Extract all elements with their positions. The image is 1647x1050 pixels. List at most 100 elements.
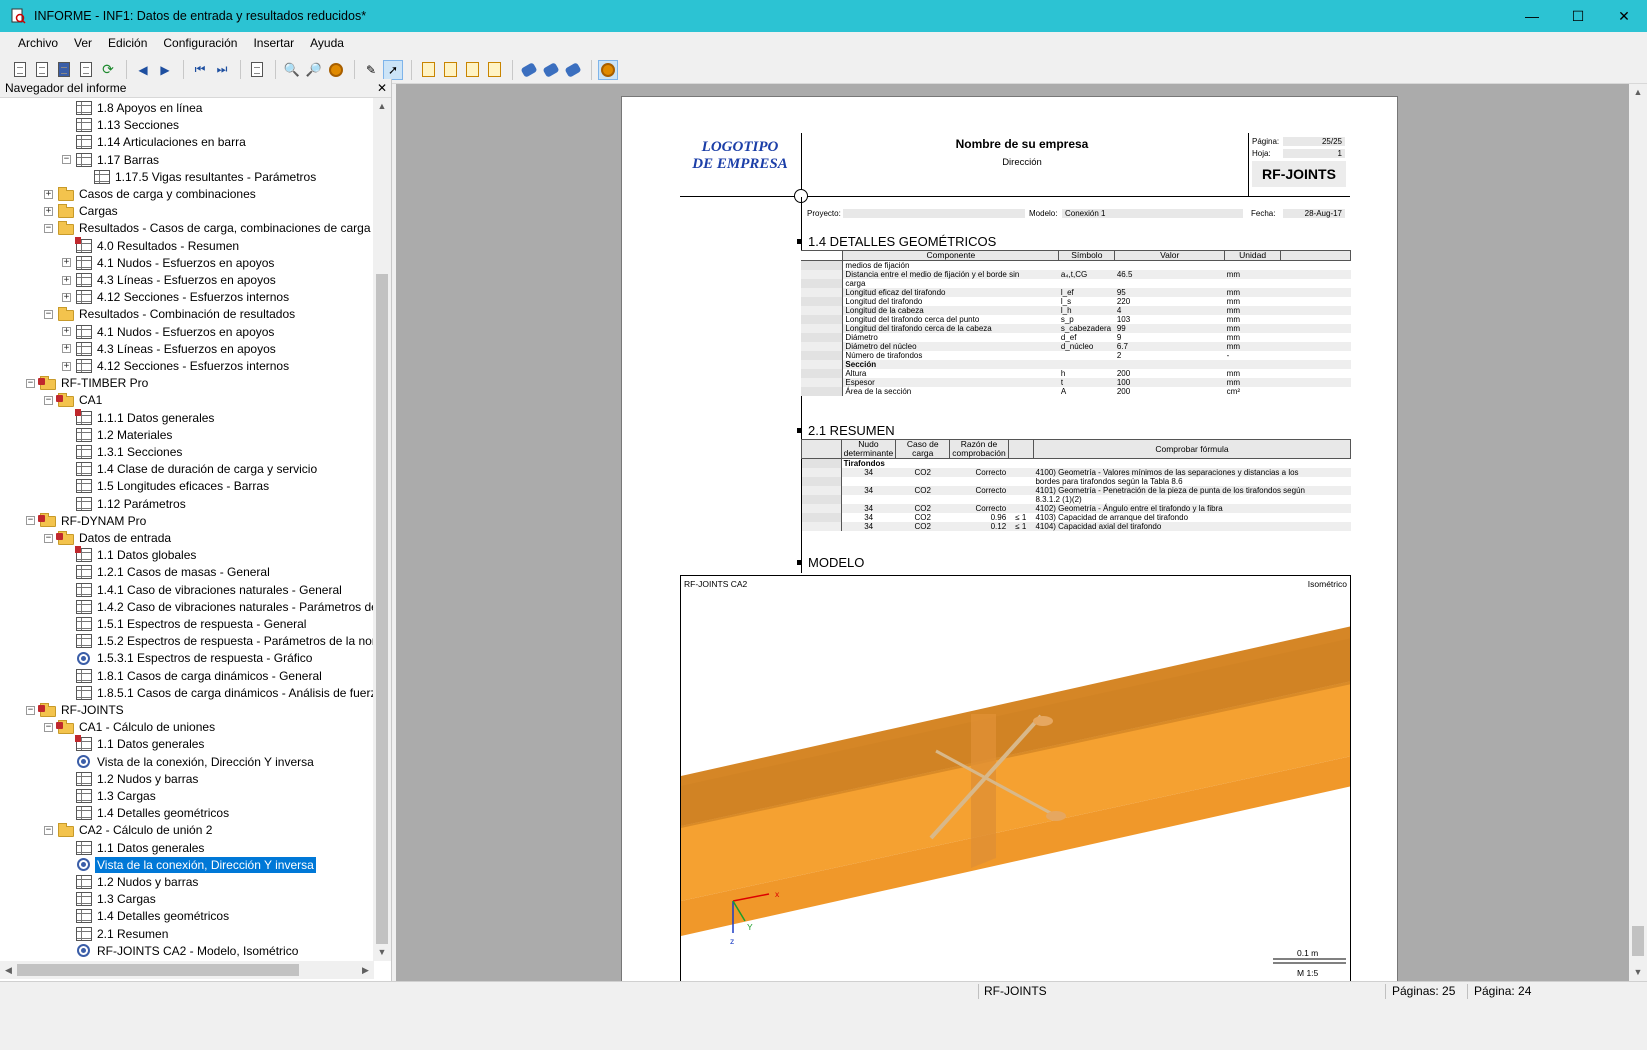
scroll-up-icon[interactable]: ▲ xyxy=(373,98,391,115)
tree-item[interactable]: − RF-TIMBER Pro xyxy=(26,374,150,392)
menu-ver[interactable]: Ver xyxy=(66,36,100,50)
preview-scroll-thumb[interactable] xyxy=(1632,926,1644,956)
tree-item[interactable]: 1.8.5.1 Casos de carga dinámicos - Análi… xyxy=(62,684,373,702)
tree-item[interactable]: − CA1 xyxy=(44,391,104,409)
collapse-icon[interactable]: − xyxy=(44,395,53,405)
tree-item[interactable]: − Resultados - Casos de carga, combinacio… xyxy=(44,219,373,237)
expand-icon[interactable]: + xyxy=(44,206,53,216)
expand-icon[interactable]: + xyxy=(62,275,71,285)
navigator-scroll-thumb[interactable] xyxy=(376,274,388,944)
tree-item[interactable]: +4.3 Líneas - Esfuerzos en apoyos xyxy=(62,271,278,289)
tool-2-button[interactable] xyxy=(541,60,561,80)
tree-item[interactable]: − 1.17 Barras xyxy=(62,151,161,169)
tree-item[interactable]: 2.1 Resumen xyxy=(62,925,170,943)
tree-item[interactable]: 1.3 Cargas xyxy=(62,890,158,908)
pointer-button[interactable]: ✎ xyxy=(361,60,381,80)
global-settings-button[interactable] xyxy=(598,59,618,80)
insert-page-button[interactable] xyxy=(418,60,438,80)
tree-item[interactable]: − RF-DYNAM Pro xyxy=(26,512,148,530)
collapse-icon[interactable]: − xyxy=(62,155,71,165)
preview-scroll-down-icon[interactable]: ▼ xyxy=(1629,964,1647,981)
tree-item[interactable]: 4.0 Resultados - Resumen xyxy=(62,236,241,255)
menu-edicion[interactable]: Edición xyxy=(100,36,155,50)
open-button[interactable] xyxy=(32,60,52,80)
preview-scroll-up-icon[interactable]: ▲ xyxy=(1629,84,1647,101)
tree-item[interactable]: Vista de la conexión, Dirección Y invers… xyxy=(62,753,316,771)
prev-button[interactable]: ◀ xyxy=(133,60,153,80)
collapse-icon[interactable]: − xyxy=(26,705,35,715)
tree-item[interactable]: + Casos de carga y combinaciones xyxy=(44,185,258,203)
tree-item[interactable]: 1.13 Secciones xyxy=(62,116,181,134)
expand-icon[interactable]: + xyxy=(62,292,71,302)
expand-icon[interactable]: + xyxy=(62,258,71,268)
expand-icon[interactable]: + xyxy=(62,327,71,337)
navigator-horizontal-scrollbar[interactable]: ◀ ▶ xyxy=(0,961,374,979)
last-page-button[interactable]: ⏭ xyxy=(212,60,232,80)
tree-item[interactable]: − CA1 - Cálculo de uniones xyxy=(44,718,217,736)
insert-table-button[interactable] xyxy=(484,60,504,80)
scroll-left-icon[interactable]: ◀ xyxy=(0,961,17,979)
tree-item[interactable]: 1.1 Datos globales xyxy=(62,546,198,564)
tree-item[interactable]: 1.2 Nudos y barras xyxy=(62,873,200,891)
preview-vertical-scrollbar[interactable]: ▲ ▼ xyxy=(1629,84,1647,981)
collapse-icon[interactable]: − xyxy=(44,533,53,543)
tree-item[interactable]: RF-JOINTS CA2 - Modelo, Isométrico xyxy=(62,942,300,960)
tree-item[interactable]: 1.4 Detalles geométricos xyxy=(62,907,231,925)
navigator-vertical-scrollbar[interactable]: ▲ ▼ xyxy=(373,98,391,961)
tree-item[interactable]: + Cargas xyxy=(44,202,120,220)
menu-archivo[interactable]: Archivo xyxy=(10,36,66,50)
expand-icon[interactable]: + xyxy=(44,189,53,199)
export-button[interactable] xyxy=(247,60,267,80)
tree-item[interactable]: 1.5 Longitudes eficaces - Barras xyxy=(62,477,271,495)
tree-item[interactable]: +4.3 Líneas - Esfuerzos en apoyos xyxy=(62,340,278,358)
tree-item[interactable]: 1.1 Datos generales xyxy=(62,735,206,753)
collapse-icon[interactable]: − xyxy=(26,378,35,388)
tree-item[interactable]: +4.1 Nudos - Esfuerzos en apoyos xyxy=(62,254,276,272)
tree-item[interactable]: 1.5.2 Espectros de respuesta - Parámetro… xyxy=(62,632,373,650)
menu-configuracion[interactable]: Configuración xyxy=(155,36,245,50)
tree-item[interactable]: Vista de la conexión, Dirección Y invers… xyxy=(62,856,316,874)
tree-item[interactable]: 1.2 Materiales xyxy=(62,426,174,444)
tree-item[interactable]: − RF-JOINTS xyxy=(26,701,126,719)
collapse-icon[interactable]: − xyxy=(44,309,53,319)
collapse-icon[interactable]: − xyxy=(44,223,53,233)
insert-text-button[interactable] xyxy=(440,60,460,80)
tree-item[interactable]: 1.4.1 Caso de vibraciones naturales - Ge… xyxy=(62,581,344,599)
tool-1-button[interactable] xyxy=(519,60,539,80)
maximize-button[interactable]: ☐ xyxy=(1555,0,1601,32)
expand-icon[interactable]: + xyxy=(62,361,71,371)
first-page-button[interactable]: ⏮ xyxy=(190,60,210,80)
collapse-icon[interactable]: − xyxy=(44,722,53,732)
zoom-out-button[interactable]: 🔎 xyxy=(304,60,324,80)
tree-item[interactable]: 1.5.3.1 Espectros de respuesta - Gráfico xyxy=(62,649,314,667)
scroll-right-icon[interactable]: ▶ xyxy=(357,961,374,979)
tree-item[interactable]: 1.4.2 Caso de vibraciones naturales - Pa… xyxy=(62,598,373,616)
insert-graphic-button[interactable] xyxy=(462,60,482,80)
zoom-in-button[interactable]: 🔍 xyxy=(282,60,302,80)
tree-item[interactable]: − Datos de entrada xyxy=(44,529,173,547)
tree-item[interactable]: 1.4 Clase de duración de carga y servici… xyxy=(62,460,319,478)
expand-icon[interactable]: + xyxy=(62,344,71,354)
select-button[interactable]: ➚ xyxy=(383,59,403,80)
tree-item[interactable]: 1.8.1 Casos de carga dinámicos - General xyxy=(62,667,324,685)
tree-item[interactable]: − CA2 - Cálculo de unión 2 xyxy=(44,821,214,839)
tree-item[interactable]: 1.2.1 Casos de masas - General xyxy=(62,563,272,581)
navigator-close-icon[interactable]: ✕ xyxy=(373,81,391,95)
settings-button[interactable] xyxy=(326,60,346,80)
tree-item[interactable]: 1.2 Nudos y barras xyxy=(62,770,200,788)
scroll-down-icon[interactable]: ▼ xyxy=(373,944,391,961)
tree-item[interactable]: +4.1 Nudos - Esfuerzos en apoyos xyxy=(62,323,276,341)
minimize-button[interactable]: — xyxy=(1509,0,1555,32)
collapse-icon[interactable]: − xyxy=(26,516,35,526)
tree-item[interactable]: 1.5.1 Espectros de respuesta - General xyxy=(62,615,308,633)
tree-item[interactable]: 1.17.5 Vigas resultantes - Parámetros xyxy=(80,168,318,186)
tree-item[interactable]: 1.3.1 Secciones xyxy=(62,443,184,461)
collapse-icon[interactable]: − xyxy=(44,825,53,835)
tree-item[interactable]: 1.4 Detalles geométricos xyxy=(62,804,231,822)
tool-3-button[interactable] xyxy=(563,60,583,80)
tree-item[interactable]: 1.1.1 Datos generales xyxy=(62,408,216,427)
menu-ayuda[interactable]: Ayuda xyxy=(302,36,352,50)
tree-item[interactable]: 1.1 Datos generales xyxy=(62,839,206,857)
next-button[interactable]: ▶ xyxy=(155,60,175,80)
refresh-button[interactable]: ⟳ xyxy=(98,60,118,80)
